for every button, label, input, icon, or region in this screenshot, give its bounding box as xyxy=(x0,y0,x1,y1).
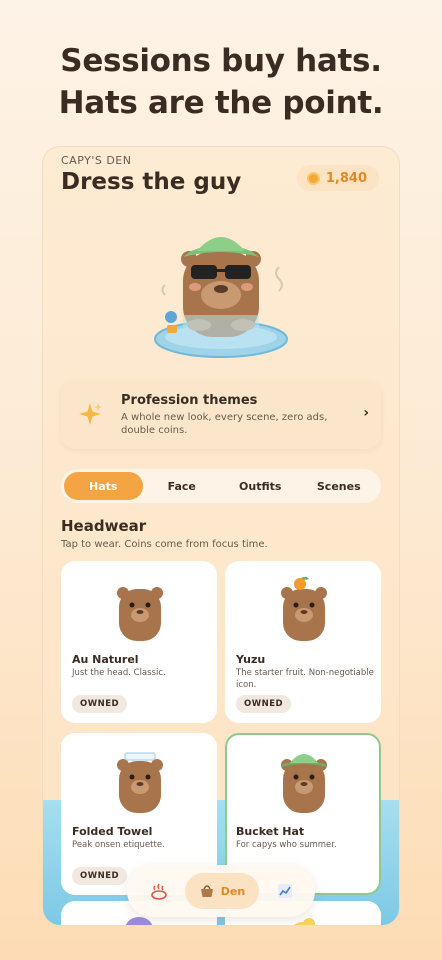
headline: Sessions buy hats. Hats are the point. xyxy=(0,40,442,124)
chart-icon xyxy=(278,884,292,898)
bottom-nav: Den xyxy=(127,865,315,917)
owned-badge: OWNED xyxy=(72,867,128,885)
section-title: Headwear xyxy=(61,517,147,535)
nav-stats[interactable] xyxy=(267,873,303,909)
sparkle-icon xyxy=(79,403,102,425)
capybara-hero xyxy=(154,237,288,358)
coin-count: 1,840 xyxy=(325,170,367,186)
item-description: Just the head. Classic. xyxy=(72,668,166,678)
owned-badge: OWNED xyxy=(236,695,292,713)
capybara-icon xyxy=(117,587,163,641)
tab-scenes[interactable]: Scenes xyxy=(300,472,379,500)
profession-themes-banner[interactable]: Profession themes A whole new look, ever… xyxy=(61,381,381,449)
item-name: Yuzu xyxy=(236,653,266,666)
section-label: CAPY'S DEN xyxy=(61,154,132,167)
tab-face[interactable]: Face xyxy=(143,472,222,500)
tab-outfits[interactable]: Outfits xyxy=(221,472,300,500)
category-tabs: Hats Face Outfits Scenes xyxy=(61,469,381,503)
capybara-yuzu-icon xyxy=(281,576,327,641)
item-card-yuzu[interactable]: Yuzu The starter fruit. Non-negotiable i… xyxy=(225,561,381,723)
app-screen: CAPY'S DEN Dress the guy 1,840 Professio… xyxy=(42,146,400,926)
page-title: Dress the guy xyxy=(61,169,242,195)
item-description: The starter fruit. Non-negotiable icon. xyxy=(236,668,374,690)
nav-onsen[interactable] xyxy=(141,873,177,909)
section-subtitle: Tap to wear. Coins come from focus time. xyxy=(61,539,268,550)
owned-badge: OWNED xyxy=(72,695,128,713)
nav-den-label: Den xyxy=(220,884,246,898)
item-description: For capys who summer. xyxy=(236,840,337,850)
headline-line-1: Sessions buy hats. xyxy=(60,43,382,79)
coin-icon xyxy=(306,171,320,185)
tab-hats[interactable]: Hats xyxy=(64,472,143,500)
promo-title: Profession themes xyxy=(121,393,258,408)
chevron-right-icon: › xyxy=(363,405,369,421)
basket-icon xyxy=(200,885,213,897)
headline-line-2: Hats are the point. xyxy=(58,85,384,121)
promo-subtitle: A whole new look, every scene, zero ads,… xyxy=(121,412,328,436)
capybara-towel-icon xyxy=(117,752,163,813)
nav-den[interactable]: Den xyxy=(185,873,259,909)
coin-balance[interactable]: 1,840 xyxy=(296,165,379,191)
item-name: Folded Towel xyxy=(72,825,153,838)
onsen-icon xyxy=(151,883,167,900)
item-description: Peak onsen etiquette. xyxy=(72,840,165,850)
item-name: Au Naturel xyxy=(72,653,139,666)
capybara-bucket-hat-icon xyxy=(281,754,327,813)
item-card-au-naturel[interactable]: Au Naturel Just the head. Classic. OWNED xyxy=(61,561,217,723)
item-name: Bucket Hat xyxy=(236,825,305,838)
